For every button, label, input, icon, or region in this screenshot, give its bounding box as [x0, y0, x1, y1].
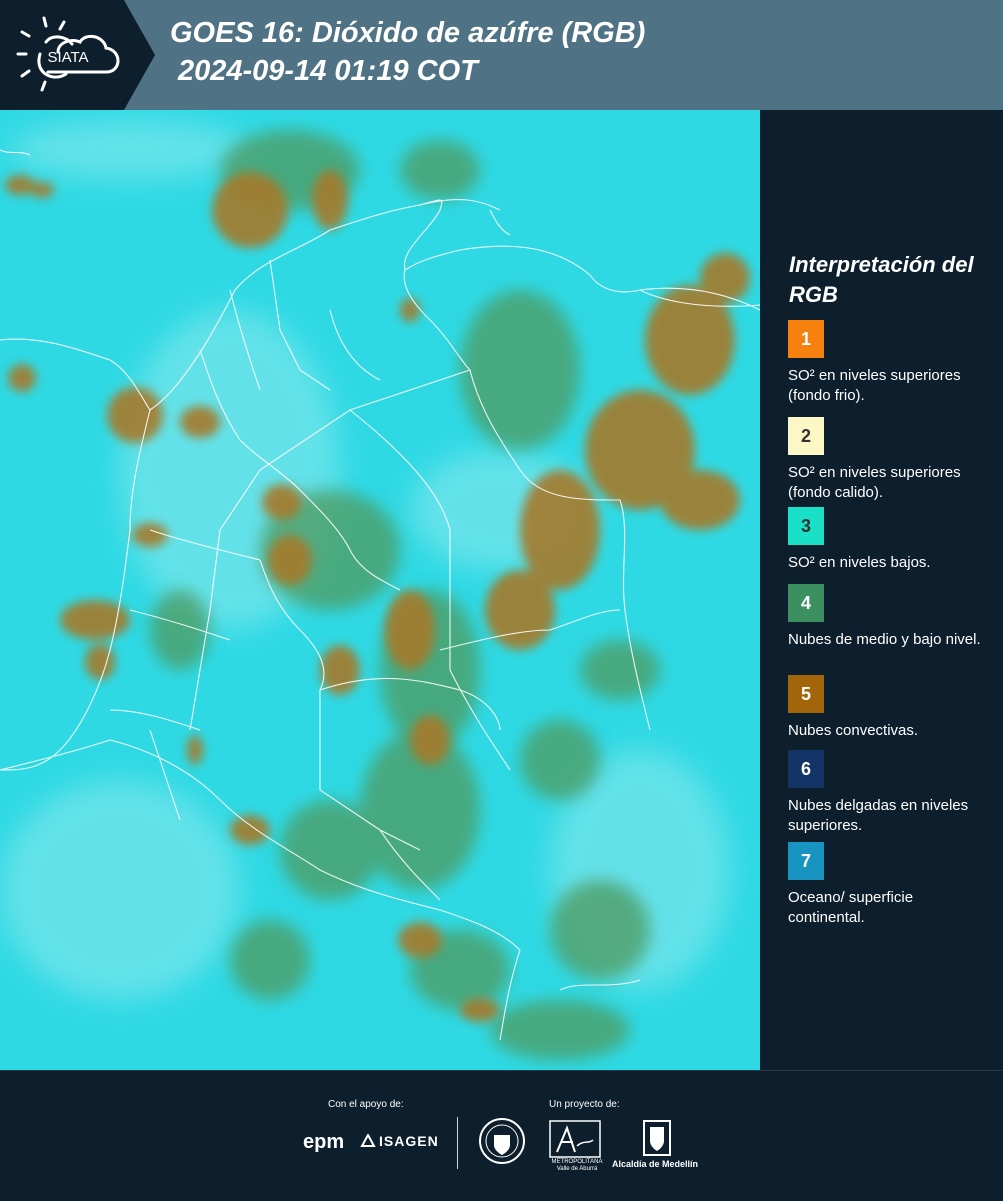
isagen-icon	[360, 1134, 376, 1147]
legend-panel: Interpretación del RGB 1 SO² en niveles …	[760, 110, 1003, 1070]
legend-label-4: Nubes de medio y bajo nivel.	[788, 631, 981, 648]
header-bar: SIATA GOES 16: Dióxido de azúfre (RGB) 2…	[0, 0, 1003, 110]
isagen-text: ISAGEN	[379, 1133, 439, 1149]
footer-divider	[457, 1117, 458, 1169]
alcaldia-text: Alcaldía de Medellín	[612, 1159, 699, 1169]
legend-item-1: 1 SO² en niveles superiores (fondo frio)…	[788, 320, 993, 406]
satellite-map	[0, 110, 760, 1070]
legend-label-1: SO² en niveles superiores (fondo frio).	[788, 367, 961, 404]
legend-item-2: 2 SO² en niveles superiores (fondo calid…	[788, 417, 993, 503]
legend-label-3: SO² en niveles bajos.	[788, 554, 931, 571]
alcaldia-shield-icon	[643, 1120, 671, 1156]
legend-swatch-7: 7	[788, 842, 824, 880]
title-timestamp: 2024-09-14 01:19 COT	[178, 55, 478, 87]
legend-swatch-2: 2	[788, 417, 824, 455]
legend-label-5: Nubes convectivas.	[788, 722, 919, 739]
title-product: GOES 16: Dióxido de azúfre (RGB)	[170, 17, 646, 49]
medellin-seal-icon	[479, 1118, 525, 1164]
legend-swatch-6: 6	[788, 750, 824, 788]
area-metropolitana-text: METROPOLITANA Valle de Aburrá	[549, 1159, 605, 1173]
legend-item-3: 3 SO² en niveles bajos.	[788, 507, 993, 573]
area-line2: Valle de Aburrá	[556, 1166, 598, 1172]
isagen-logo: ISAGEN	[360, 1133, 439, 1149]
legend-title: Interpretación del RGB	[789, 252, 974, 307]
legend-label-2: SO² en niveles superiores (fondo calido)…	[788, 464, 961, 501]
legend-item-5: 5 Nubes convectivas.	[788, 675, 993, 741]
legend-swatch-3: 3	[788, 507, 824, 545]
legend-item-4: 4 Nubes de medio y bajo nivel.	[788, 584, 993, 650]
legend-item-7: 7 Oceano/ superficie continental.	[788, 842, 993, 928]
support-label: Con el apoyo de:	[328, 1099, 404, 1110]
legend-item-6: 6 Nubes delgadas en niveles superiores.	[788, 750, 993, 836]
legend-label-6: Nubes delgadas en niveles superiores.	[788, 797, 969, 834]
legend-swatch-1: 1	[788, 320, 824, 358]
area-line1: METROPOLITANA	[551, 1159, 603, 1165]
page-title: GOES 16: Dióxido de azúfre (RGB) 2024-09…	[170, 14, 645, 90]
epm-logo: epm	[303, 1131, 345, 1153]
siata-logo: SIATA	[0, 0, 155, 110]
siata-logo-text: SIATA	[47, 49, 88, 66]
legend-swatch-5: 5	[788, 675, 824, 713]
project-label: Un proyecto de:	[549, 1099, 620, 1110]
so2-rgb-image	[0, 110, 760, 1070]
footer-sponsors: Con el apoyo de: Un proyecto de: epm ISA…	[0, 1070, 1003, 1201]
legend-label-7: Oceano/ superficie continental.	[788, 889, 914, 926]
legend-swatch-4: 4	[788, 584, 824, 622]
sun-cloud-icon: SIATA	[16, 16, 120, 92]
